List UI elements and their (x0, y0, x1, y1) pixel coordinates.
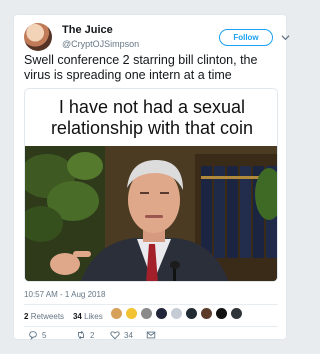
tweet-timestamp[interactable]: 10:57 AM - 1 Aug 2018 (24, 290, 105, 299)
user-handle[interactable]: @CryptOJSimpson (62, 39, 139, 49)
like-button[interactable]: 34 (110, 329, 133, 341)
retweet-icon (78, 330, 84, 340)
reply-button[interactable]: 5 (28, 329, 46, 341)
tweet-media[interactable]: I have not had a sexual relationship wit… (24, 88, 278, 282)
like-count-value[interactable]: 34 (73, 312, 82, 321)
retweet-button[interactable]: 2 (76, 329, 94, 341)
retweets-label[interactable]: Retweets (31, 312, 64, 321)
reply-count: 5 (42, 330, 47, 340)
divider (24, 304, 278, 305)
retweet-count: 2 (90, 330, 95, 340)
message-icon (146, 331, 156, 339)
avatar[interactable] (24, 23, 52, 51)
meme-caption: I have not had a sexual relationship wit… (50, 97, 254, 138)
liker-avatar[interactable] (185, 307, 198, 320)
divider (24, 326, 278, 327)
likes-label[interactable]: Likes (84, 312, 103, 321)
direct-message-button[interactable] (146, 329, 160, 341)
tweet-header: The Juice @CryptOJSimpson Follow (24, 23, 290, 57)
liker-avatar[interactable] (200, 307, 213, 320)
liker-avatar[interactable] (155, 307, 168, 320)
liker-avatar[interactable] (110, 307, 123, 320)
heart-icon (110, 331, 120, 340)
tweet-text: Swell conference 2 starring bill clinton… (24, 53, 258, 82)
tweet-actions: 5 2 34 (14, 329, 288, 341)
reply-icon (29, 331, 37, 340)
like-count: 34 (124, 330, 133, 340)
liker-avatar[interactable] (140, 307, 153, 320)
liker-avatar[interactable] (125, 307, 138, 320)
liker-avatar[interactable] (170, 307, 183, 320)
tweet-stats: 2 Retweets 34 Likes (24, 312, 103, 326)
liker-avatar[interactable] (215, 307, 228, 320)
tweet-card: The Juice @CryptOJSimpson Follow Swell c… (13, 14, 290, 341)
follow-button[interactable]: Follow (219, 29, 273, 46)
meme-photo (25, 146, 277, 281)
liker-avatar[interactable] (230, 307, 243, 320)
user-name[interactable]: The Juice (62, 24, 113, 36)
retweet-count-value[interactable]: 2 (24, 312, 28, 321)
chevron-down-icon[interactable] (281, 33, 290, 42)
